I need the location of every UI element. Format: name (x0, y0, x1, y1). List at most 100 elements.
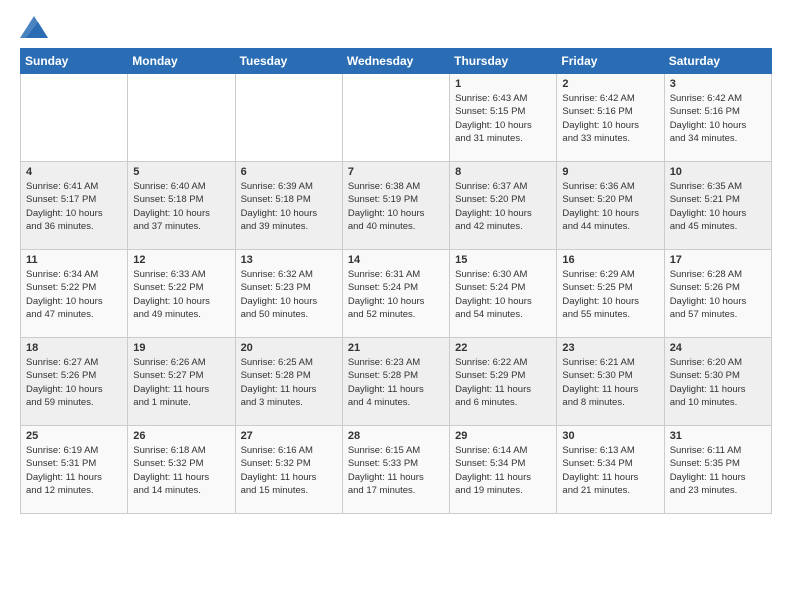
calendar-cell: 18 Sunrise: 6:27 AM Sunset: 5:26 PM Dayli… (21, 338, 128, 426)
day-number: 24 (670, 342, 766, 354)
day-info: Sunrise: 6:14 AM Sunset: 5:34 PM Dayligh… (455, 444, 551, 497)
day-number: 13 (241, 254, 337, 266)
day-number: 6 (241, 166, 337, 178)
day-info: Sunrise: 6:37 AM Sunset: 5:20 PM Dayligh… (455, 180, 551, 233)
day-info: Sunrise: 6:13 AM Sunset: 5:34 PM Dayligh… (562, 444, 658, 497)
day-info: Sunrise: 6:30 AM Sunset: 5:24 PM Dayligh… (455, 268, 551, 321)
day-info: Sunrise: 6:40 AM Sunset: 5:18 PM Dayligh… (133, 180, 229, 233)
day-number: 19 (133, 342, 229, 354)
day-info: Sunrise: 6:11 AM Sunset: 5:35 PM Dayligh… (670, 444, 766, 497)
calendar-cell: 13 Sunrise: 6:32 AM Sunset: 5:23 PM Dayli… (235, 250, 342, 338)
calendar-cell: 17Sunrise: 6:28 AM Sunset: 5:26 PM Dayli… (664, 250, 771, 338)
day-number: 3 (670, 78, 766, 90)
calendar-cell: 3 Sunrise: 6:42 AM Sunset: 5:16 PM Daylig… (664, 74, 771, 162)
day-info: Sunrise: 6:27 AM Sunset: 5:26 PM Dayligh… (26, 356, 122, 409)
weekday-header: Friday (557, 49, 664, 74)
day-number: 1 (455, 78, 551, 90)
calendar-cell: 28 Sunrise: 6:15 AM Sunset: 5:33 PM Dayli… (342, 426, 449, 514)
calendar-cell (128, 74, 235, 162)
weekday-header: Sunday (21, 49, 128, 74)
calendar-cell: 5 Sunrise: 6:40 AM Sunset: 5:18 PM Daylig… (128, 162, 235, 250)
day-info: Sunrise: 6:42 AM Sunset: 5:16 PM Dayligh… (562, 92, 658, 145)
day-info: Sunrise: 6:36 AM Sunset: 5:20 PM Dayligh… (562, 180, 658, 233)
day-info: Sunrise: 6:28 AM Sunset: 5:26 PM Dayligh… (670, 268, 766, 321)
calendar-cell: 7 Sunrise: 6:38 AM Sunset: 5:19 PM Daylig… (342, 162, 449, 250)
calendar-cell: 9 Sunrise: 6:36 AM Sunset: 5:20 PM Daylig… (557, 162, 664, 250)
calendar-week-row: 18 Sunrise: 6:27 AM Sunset: 5:26 PM Dayli… (21, 338, 772, 426)
calendar-cell: 19 Sunrise: 6:26 AM Sunset: 5:27 PM Dayli… (128, 338, 235, 426)
day-info: Sunrise: 6:43 AM Sunset: 5:15 PM Dayligh… (455, 92, 551, 145)
day-info: Sunrise: 6:20 AM Sunset: 5:30 PM Dayligh… (670, 356, 766, 409)
calendar-cell: 16Sunrise: 6:29 AM Sunset: 5:25 PM Dayli… (557, 250, 664, 338)
calendar-cell: 24 Sunrise: 6:20 AM Sunset: 5:30 PM Dayli… (664, 338, 771, 426)
calendar-cell: 2 Sunrise: 6:42 AM Sunset: 5:16 PM Daylig… (557, 74, 664, 162)
calendar-cell: 27Sunrise: 6:16 AM Sunset: 5:32 PM Dayli… (235, 426, 342, 514)
day-number: 22 (455, 342, 551, 354)
day-info: Sunrise: 6:35 AM Sunset: 5:21 PM Dayligh… (670, 180, 766, 233)
day-number: 28 (348, 430, 444, 442)
calendar-cell: 21 Sunrise: 6:23 AM Sunset: 5:28 PM Dayli… (342, 338, 449, 426)
day-number: 27 (241, 430, 337, 442)
day-number: 31 (670, 430, 766, 442)
day-info: Sunrise: 6:42 AM Sunset: 5:16 PM Dayligh… (670, 92, 766, 145)
day-info: Sunrise: 6:26 AM Sunset: 5:27 PM Dayligh… (133, 356, 229, 409)
day-info: Sunrise: 6:38 AM Sunset: 5:19 PM Dayligh… (348, 180, 444, 233)
day-info: Sunrise: 6:19 AM Sunset: 5:31 PM Dayligh… (26, 444, 122, 497)
day-number: 16 (562, 254, 658, 266)
calendar-cell: 20 Sunrise: 6:25 AM Sunset: 5:28 PM Dayli… (235, 338, 342, 426)
day-number: 5 (133, 166, 229, 178)
calendar-week-row: 4 Sunrise: 6:41 AM Sunset: 5:17 PM Daylig… (21, 162, 772, 250)
day-info: Sunrise: 6:18 AM Sunset: 5:32 PM Dayligh… (133, 444, 229, 497)
calendar-table: SundayMondayTuesdayWednesdayThursdayFrid… (20, 48, 772, 514)
day-number: 10 (670, 166, 766, 178)
day-info: Sunrise: 6:39 AM Sunset: 5:18 PM Dayligh… (241, 180, 337, 233)
calendar-cell: 12Sunrise: 6:33 AM Sunset: 5:22 PM Dayli… (128, 250, 235, 338)
weekday-header: Monday (128, 49, 235, 74)
calendar-cell: 6 Sunrise: 6:39 AM Sunset: 5:18 PM Daylig… (235, 162, 342, 250)
weekday-header: Wednesday (342, 49, 449, 74)
day-number: 9 (562, 166, 658, 178)
day-number: 29 (455, 430, 551, 442)
day-number: 14 (348, 254, 444, 266)
day-number: 21 (348, 342, 444, 354)
day-info: Sunrise: 6:32 AM Sunset: 5:23 PM Dayligh… (241, 268, 337, 321)
day-number: 25 (26, 430, 122, 442)
day-number: 23 (562, 342, 658, 354)
calendar-cell: 23 Sunrise: 6:21 AM Sunset: 5:30 PM Dayli… (557, 338, 664, 426)
calendar-header-row: SundayMondayTuesdayWednesdayThursdayFrid… (21, 49, 772, 74)
logo-icon (20, 16, 48, 38)
day-number: 7 (348, 166, 444, 178)
calendar-week-row: 25 Sunrise: 6:19 AM Sunset: 5:31 PM Dayli… (21, 426, 772, 514)
day-info: Sunrise: 6:23 AM Sunset: 5:28 PM Dayligh… (348, 356, 444, 409)
day-number: 11 (26, 254, 122, 266)
day-number: 18 (26, 342, 122, 354)
day-number: 4 (26, 166, 122, 178)
day-number: 15 (455, 254, 551, 266)
day-info: Sunrise: 6:15 AM Sunset: 5:33 PM Dayligh… (348, 444, 444, 497)
calendar-cell (342, 74, 449, 162)
calendar-cell: 1 Sunrise: 6:43 AM Sunset: 5:15 PM Daylig… (450, 74, 557, 162)
calendar-cell: 11 Sunrise: 6:34 AM Sunset: 5:22 PM Dayli… (21, 250, 128, 338)
calendar-cell: 8Sunrise: 6:37 AM Sunset: 5:20 PM Daylig… (450, 162, 557, 250)
day-info: Sunrise: 6:33 AM Sunset: 5:22 PM Dayligh… (133, 268, 229, 321)
calendar-cell: 26 Sunrise: 6:18 AM Sunset: 5:32 PM Dayli… (128, 426, 235, 514)
day-info: Sunrise: 6:31 AM Sunset: 5:24 PM Dayligh… (348, 268, 444, 321)
day-number: 26 (133, 430, 229, 442)
weekday-header: Thursday (450, 49, 557, 74)
calendar-cell: 10 Sunrise: 6:35 AM Sunset: 5:21 PM Dayli… (664, 162, 771, 250)
calendar-cell: 4 Sunrise: 6:41 AM Sunset: 5:17 PM Daylig… (21, 162, 128, 250)
calendar-cell: 30Sunrise: 6:13 AM Sunset: 5:34 PM Dayli… (557, 426, 664, 514)
page-header (20, 16, 772, 38)
day-info: Sunrise: 6:34 AM Sunset: 5:22 PM Dayligh… (26, 268, 122, 321)
calendar-cell: 22Sunrise: 6:22 AM Sunset: 5:29 PM Dayli… (450, 338, 557, 426)
calendar-cell: 31 Sunrise: 6:11 AM Sunset: 5:35 PM Dayli… (664, 426, 771, 514)
day-number: 20 (241, 342, 337, 354)
calendar-cell: 15 Sunrise: 6:30 AM Sunset: 5:24 PM Dayli… (450, 250, 557, 338)
day-info: Sunrise: 6:41 AM Sunset: 5:17 PM Dayligh… (26, 180, 122, 233)
day-info: Sunrise: 6:21 AM Sunset: 5:30 PM Dayligh… (562, 356, 658, 409)
day-info: Sunrise: 6:25 AM Sunset: 5:28 PM Dayligh… (241, 356, 337, 409)
calendar-cell: 14 Sunrise: 6:31 AM Sunset: 5:24 PM Dayli… (342, 250, 449, 338)
logo (20, 16, 52, 38)
calendar-cell: 25 Sunrise: 6:19 AM Sunset: 5:31 PM Dayli… (21, 426, 128, 514)
day-number: 2 (562, 78, 658, 90)
